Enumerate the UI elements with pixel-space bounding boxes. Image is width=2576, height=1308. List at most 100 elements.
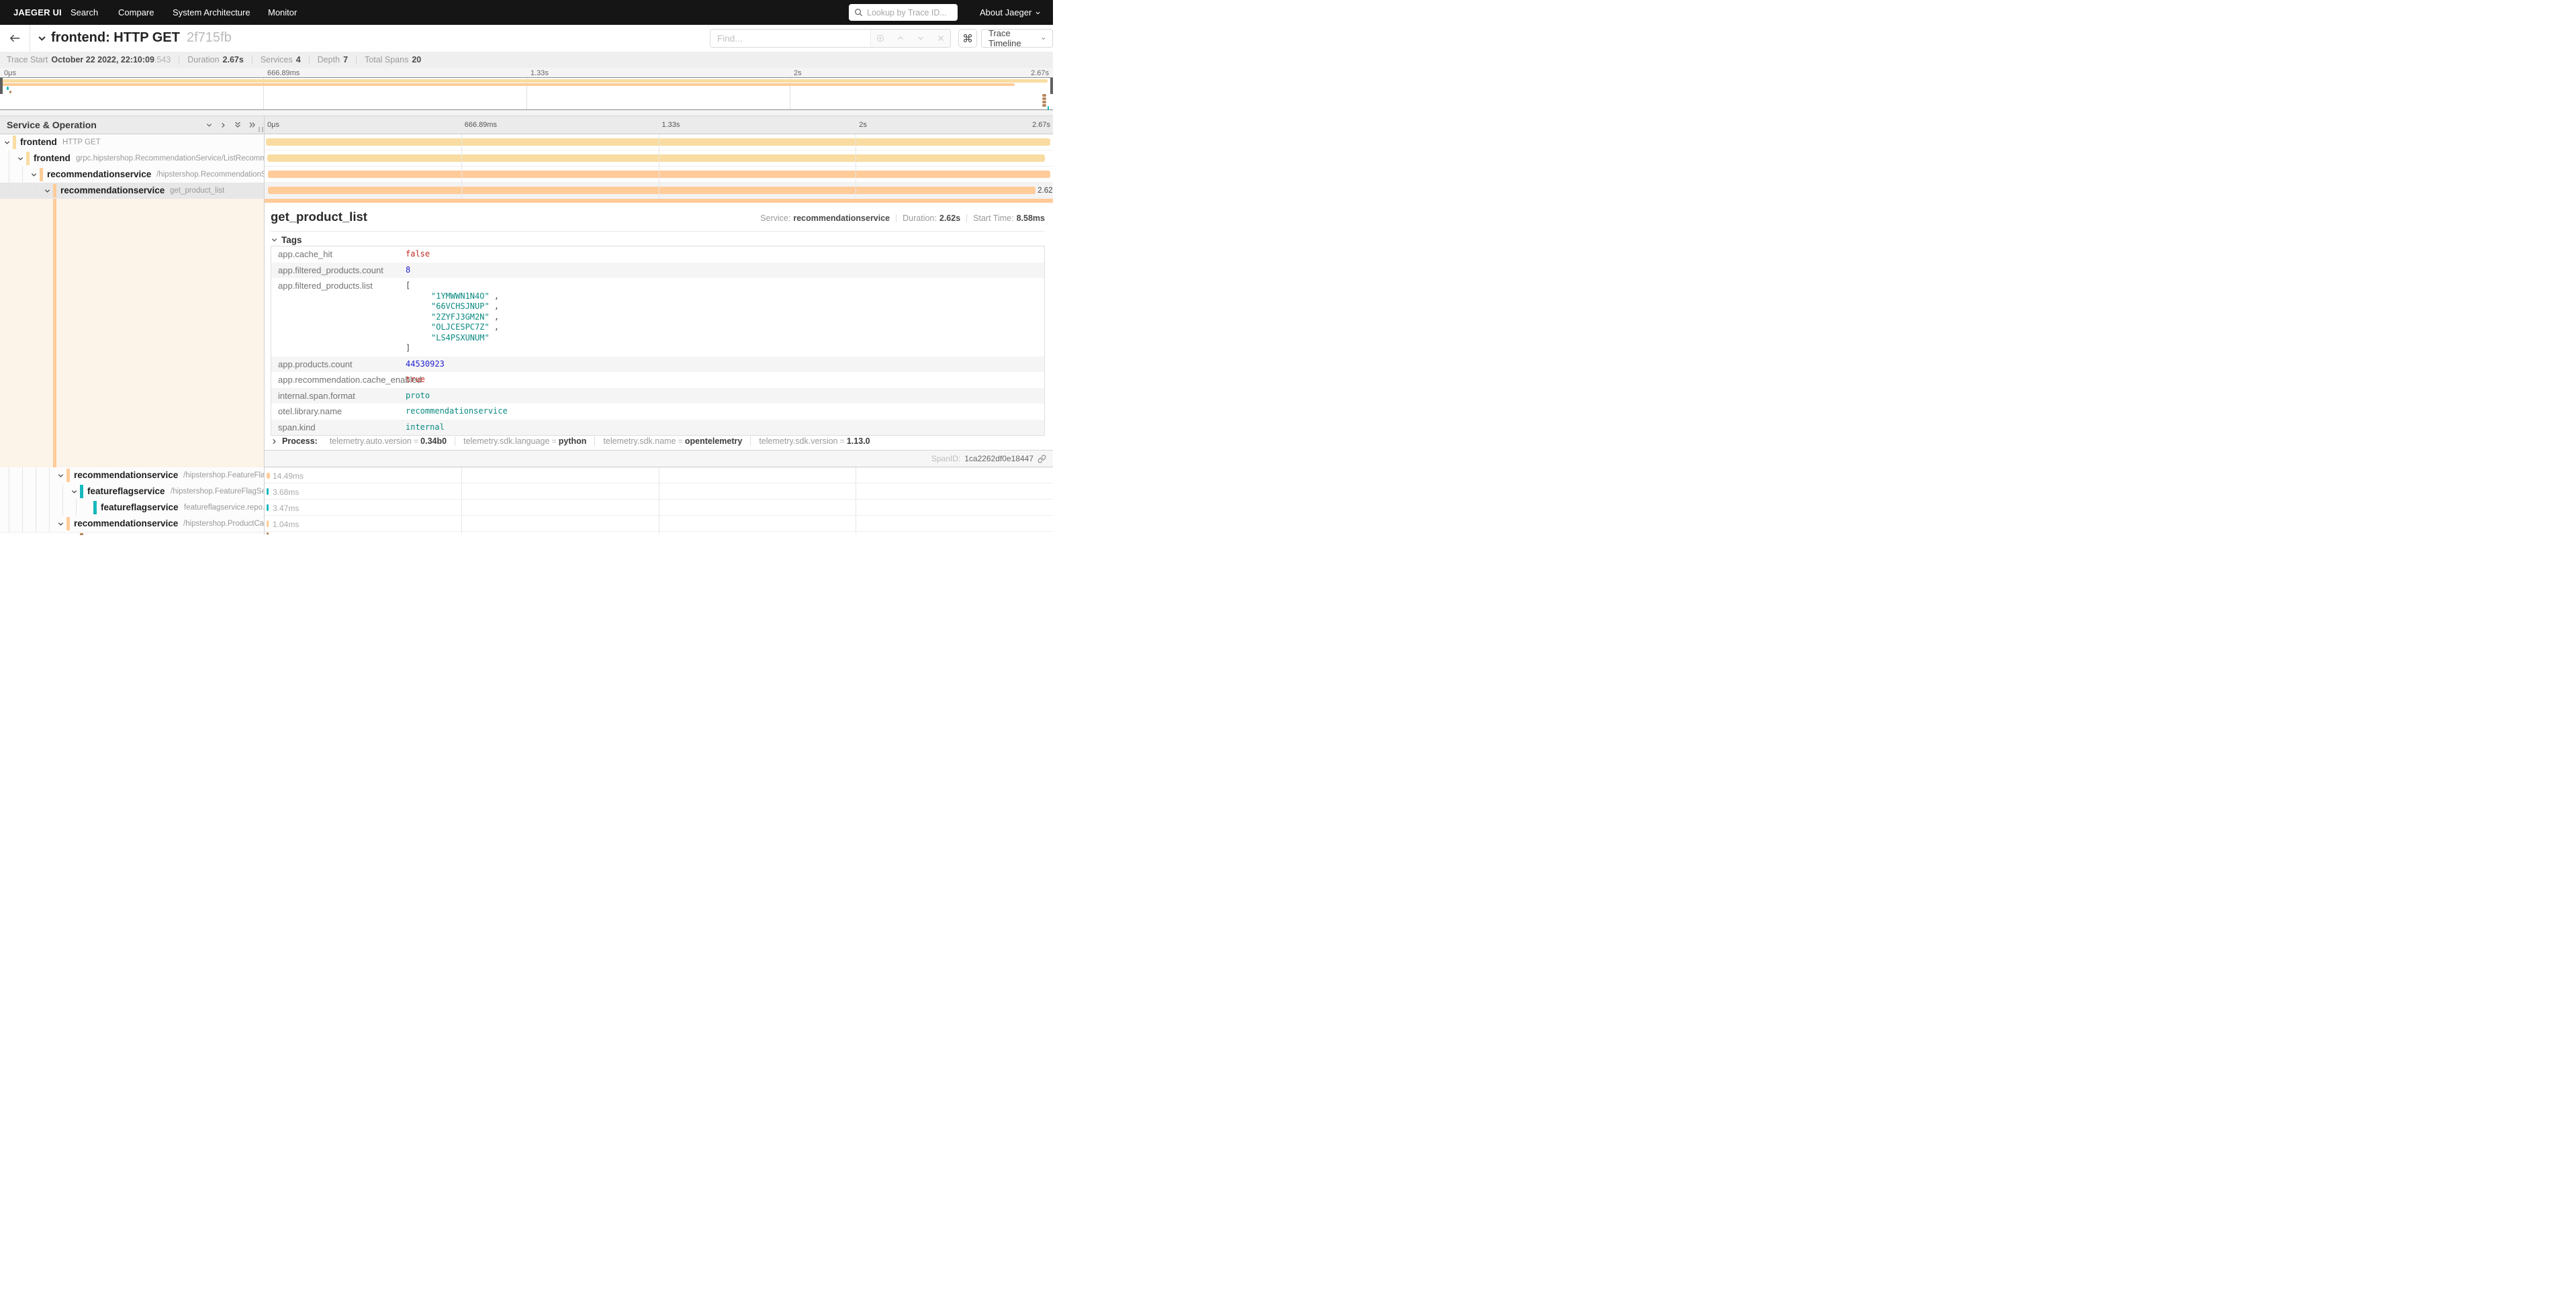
minimap-span-productcatalog bbox=[1042, 101, 1046, 103]
span-id-value: 1ca2262df0e18447 bbox=[964, 454, 1033, 463]
span-row[interactable]: 2.62s recommendationservice get_product_… bbox=[0, 183, 1053, 199]
chevron-down-icon[interactable] bbox=[3, 139, 11, 146]
span-row[interactable]: 3.47ms featureflagservice featureflagser… bbox=[0, 500, 1053, 516]
start-time-meta-value: 8.58ms bbox=[1017, 214, 1045, 223]
services-value: 4 bbox=[296, 55, 301, 64]
column-splitter[interactable] bbox=[264, 115, 265, 534]
tags-section-toggle[interactable]: Tags bbox=[271, 235, 302, 245]
chevron-down-icon[interactable] bbox=[57, 520, 64, 528]
operation-name: grpc.hipstershop.RecommendationService/L… bbox=[76, 154, 264, 162]
span-tree-cell[interactable]: frontend grpc.hipstershop.Recommendation… bbox=[0, 150, 264, 167]
tag-key: app.filtered_products.list bbox=[271, 278, 406, 293]
tag-row[interactable]: internal.span.format proto bbox=[271, 388, 1044, 404]
service-color-bar bbox=[53, 184, 56, 197]
tag-row[interactable]: app.filtered_products.count 8 bbox=[271, 263, 1044, 279]
service-color-bar bbox=[66, 469, 70, 482]
span-color-accent-bar bbox=[53, 199, 56, 467]
span-tree-cell[interactable]: recommendationservice /hipstershop.Featu… bbox=[0, 467, 264, 483]
service-name: recommendationservice bbox=[74, 518, 178, 528]
span-tree-cell[interactable]: featureflagservice featureflagservice.re… bbox=[0, 500, 264, 516]
span-tick[interactable] bbox=[267, 504, 269, 511]
find-input[interactable] bbox=[710, 30, 870, 47]
chevron-down-icon bbox=[1035, 10, 1041, 16]
span-row[interactable]: frontend grpc.hipstershop.Recommendation… bbox=[0, 150, 1053, 167]
locate-icon[interactable] bbox=[875, 34, 886, 43]
tag-row[interactable]: app.cache_hit false bbox=[271, 246, 1044, 263]
chevron-down-icon[interactable] bbox=[30, 171, 38, 179]
span-row[interactable]: 3.68ms featureflagservice /hipstershop.F… bbox=[0, 483, 1053, 500]
trace-start-value: October 22 2022, 22:10:09 bbox=[51, 55, 154, 64]
collapse-one-icon[interactable] bbox=[205, 121, 213, 129]
nav-item-monitor[interactable]: Monitor bbox=[268, 7, 297, 17]
span-bar[interactable] bbox=[267, 154, 1046, 162]
about-jaeger-menu[interactable]: About Jaeger bbox=[980, 7, 1041, 17]
process-toggle-chevron[interactable] bbox=[271, 438, 278, 445]
tag-key: app.products.count bbox=[271, 357, 406, 372]
span-timeline-cell[interactable] bbox=[264, 167, 1053, 183]
span-bar[interactable] bbox=[268, 171, 1051, 178]
span-tick[interactable] bbox=[267, 473, 270, 479]
tag-row[interactable]: app.recommendation.cache_enabled true bbox=[271, 372, 1044, 388]
tree-controls bbox=[205, 121, 257, 129]
nav-item-search[interactable]: Search bbox=[71, 7, 98, 17]
span-timeline-cell[interactable]: 3.47ms bbox=[264, 500, 1053, 516]
trace-summary-bar: Trace Start October 22 2022, 22:10:09 .5… bbox=[0, 52, 1053, 68]
span-tick[interactable] bbox=[267, 520, 269, 527]
clear-find-icon[interactable] bbox=[935, 34, 946, 42]
keyboard-shortcuts-button[interactable]: ⌘ bbox=[958, 29, 977, 48]
span-tree-cell[interactable]: featureflagservice /hipstershop.FeatureF… bbox=[0, 483, 264, 500]
collapse-all-icon[interactable] bbox=[234, 121, 242, 129]
collapse-trace-chevron[interactable] bbox=[37, 34, 47, 44]
span-timeline-cell[interactable]: 1.04ms bbox=[264, 516, 1053, 532]
link-icon[interactable] bbox=[1038, 455, 1046, 463]
expand-one-icon[interactable] bbox=[220, 121, 227, 129]
chevron-down-icon[interactable] bbox=[17, 155, 24, 162]
process-tag: telemetry.auto.version=0.34b0 bbox=[322, 436, 455, 446]
span-timeline-cell[interactable] bbox=[264, 150, 1053, 167]
column-resizer-grip[interactable] bbox=[259, 127, 263, 132]
span-timeline-cell[interactable]: 14.49ms bbox=[264, 467, 1053, 483]
span-tree-cell[interactable]: frontend HTTP GET bbox=[0, 134, 264, 150]
chevron-down-icon[interactable] bbox=[44, 187, 51, 195]
expand-all-icon[interactable] bbox=[248, 121, 257, 129]
tag-row[interactable]: otel.library.name recommendationservice bbox=[271, 404, 1044, 420]
tag-row[interactable]: app.filtered_products.list ["1YMWWN1N4O"… bbox=[271, 278, 1044, 357]
tag-value: 44530923 bbox=[406, 357, 1044, 373]
span-duration-label: 3.68ms bbox=[273, 487, 299, 497]
span-tree-cell[interactable]: recommendationservice /hipstershop.Recom… bbox=[0, 167, 264, 183]
service-name: featureflagservice bbox=[87, 486, 165, 496]
nav-item-compare[interactable]: Compare bbox=[118, 7, 154, 17]
service-name: recommendationservice bbox=[47, 169, 151, 179]
chevron-down-icon[interactable] bbox=[71, 488, 78, 496]
span-row[interactable]: recommendationservice /hipstershop.Recom… bbox=[0, 167, 1053, 183]
span-tick[interactable] bbox=[267, 488, 269, 495]
timeline-tick: 666.89ms bbox=[465, 121, 497, 129]
span-row[interactable]: 14.49ms recommendationservice /hipstersh… bbox=[0, 467, 1053, 483]
app-brand[interactable]: JAEGER UI bbox=[13, 7, 62, 17]
span-tree-cell[interactable]: recommendationservice /hipstershop.Produ… bbox=[0, 516, 264, 532]
back-button[interactable] bbox=[0, 25, 30, 52]
span-row[interactable]: frontend HTTP GET bbox=[0, 134, 1053, 150]
span-bar[interactable] bbox=[268, 187, 1036, 194]
tag-row[interactable]: app.products.count 44530923 bbox=[271, 357, 1044, 373]
span-timeline-cell[interactable]: 3.68ms bbox=[264, 483, 1053, 500]
find-next-icon[interactable] bbox=[915, 34, 926, 42]
minimap-tick: 2s bbox=[794, 69, 802, 77]
span-bar[interactable] bbox=[266, 138, 1050, 146]
span-row[interactable]: 1.04ms recommendationservice /hipstersho… bbox=[0, 516, 1053, 532]
trace-lookup-input[interactable] bbox=[867, 8, 948, 17]
tags-section-label: Tags bbox=[281, 235, 302, 245]
minimap-right-handle[interactable] bbox=[1050, 78, 1053, 94]
minimap-left-handle[interactable] bbox=[0, 78, 3, 94]
view-selector-button[interactable]: Trace Timeline bbox=[981, 29, 1053, 48]
minimap-span-productcatalog bbox=[1042, 94, 1046, 97]
span-row-partial[interactable] bbox=[0, 532, 264, 534]
tag-row[interactable]: span.kind internal bbox=[271, 420, 1044, 436]
span-timeline-cell[interactable] bbox=[264, 134, 1053, 150]
chevron-down-icon[interactable] bbox=[57, 472, 64, 479]
nav-item-system-architecture[interactable]: System Architecture bbox=[173, 7, 250, 17]
find-prev-icon[interactable] bbox=[895, 34, 906, 42]
minimap-canvas[interactable] bbox=[0, 77, 1053, 110]
span-timeline-cell[interactable]: 2.62s bbox=[264, 183, 1053, 199]
span-tree-cell[interactable]: recommendationservice get_product_list bbox=[0, 183, 264, 199]
